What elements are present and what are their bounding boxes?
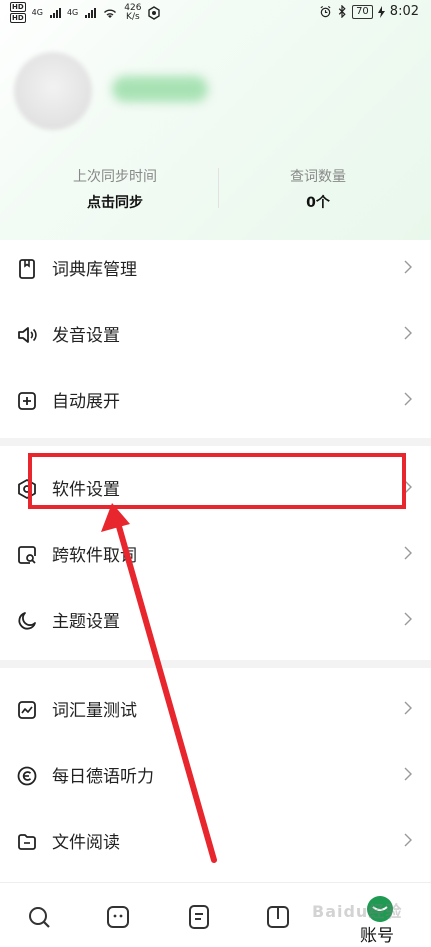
menu-item-pronunciation-settings[interactable]: 发音设置 xyxy=(0,302,431,368)
menu-item-label: 自动展开 xyxy=(52,392,120,412)
section-divider xyxy=(0,660,431,668)
menu-item-label: 文件阅读 xyxy=(52,833,120,853)
wifi-icon xyxy=(104,9,117,18)
hd-badge: HD xyxy=(10,13,26,23)
last-sync-block[interactable]: 上次同步时间 点击同步 xyxy=(10,160,220,212)
avatar[interactable] xyxy=(14,52,92,130)
network-type: 4G xyxy=(31,8,43,17)
search-doc-icon xyxy=(18,546,36,564)
chevron-right-icon xyxy=(404,833,412,847)
menu-item-daily-german-listening[interactable]: 每日德语听力 xyxy=(0,743,431,809)
chevron-right-icon xyxy=(404,546,412,560)
shield-app-icon xyxy=(148,5,161,20)
tab-account-label[interactable]: 账号 xyxy=(360,921,408,946)
book-open-icon[interactable] xyxy=(264,903,292,931)
speaker-icon xyxy=(18,327,37,343)
chevron-right-icon xyxy=(404,767,412,781)
menu-item-label: 跨软件取词 xyxy=(52,546,137,566)
menu-item-label: 每日德语听力 xyxy=(52,767,154,787)
last-sync-value: 点击同步 xyxy=(87,195,143,211)
battery-indicator: 70 xyxy=(352,4,373,19)
chevron-right-icon xyxy=(404,326,412,340)
lookup-count-label: 查词数量 xyxy=(290,169,346,185)
charging-icon xyxy=(377,5,385,18)
menu-item-label: 发音设置 xyxy=(52,326,120,346)
alarm-icon xyxy=(320,5,331,18)
signal-icon xyxy=(85,7,97,18)
highlight-box xyxy=(28,453,406,509)
menu-item-label: 词典库管理 xyxy=(52,260,137,280)
menu-item-vocabulary-test[interactable]: 词汇量测试 xyxy=(0,677,431,743)
network-speed-unit: K/s xyxy=(126,11,140,22)
menu-item-dictionary-management[interactable]: 词典库管理 xyxy=(0,236,431,302)
signal-icon xyxy=(49,7,61,18)
bluetooth-icon xyxy=(338,5,346,18)
hd-badge: HD xyxy=(10,2,26,12)
search-icon[interactable] xyxy=(25,903,53,931)
menu-item-theme-settings[interactable]: 主题设置 xyxy=(0,588,431,654)
chevron-right-icon xyxy=(404,260,412,274)
menu-item-label: 主题设置 xyxy=(52,612,120,632)
chevron-right-icon xyxy=(404,701,412,715)
lookup-count-block: 查词数量 0个 xyxy=(220,160,416,212)
username-blurred[interactable] xyxy=(112,76,208,102)
plus-square-icon xyxy=(18,392,36,410)
circle-c-icon xyxy=(17,766,37,786)
clock: 8:02 xyxy=(389,4,419,19)
network-speed: 426 K/s xyxy=(124,3,141,22)
notes-icon[interactable] xyxy=(185,903,213,931)
divider xyxy=(218,168,219,208)
chat-icon[interactable] xyxy=(104,903,132,931)
moon-icon xyxy=(18,612,36,630)
last-sync-label: 上次同步时间 xyxy=(73,169,157,185)
lookup-count-value: 0个 xyxy=(306,195,330,211)
sync-panel: 上次同步时间 点击同步 查词数量 0个 xyxy=(0,160,431,218)
menu-item-label: 词汇量测试 xyxy=(52,701,137,721)
network-type: 4G xyxy=(66,8,79,17)
menu-item-auto-expand[interactable]: 自动展开 xyxy=(0,368,431,434)
folder-icon xyxy=(18,834,36,850)
book-icon xyxy=(19,259,35,279)
watermark: Baidu经验 xyxy=(312,902,403,921)
chevron-right-icon xyxy=(404,392,412,406)
menu-item-cross-app-lookup[interactable]: 跨软件取词 xyxy=(0,522,431,588)
menu-item-file-reading[interactable]: 文件阅读 xyxy=(0,809,431,875)
chart-icon xyxy=(18,701,36,719)
chevron-right-icon xyxy=(404,612,412,626)
section-divider xyxy=(0,438,431,446)
status-bar: HD HD 4G 4G 426 K/s 70 8:02 xyxy=(0,0,431,26)
